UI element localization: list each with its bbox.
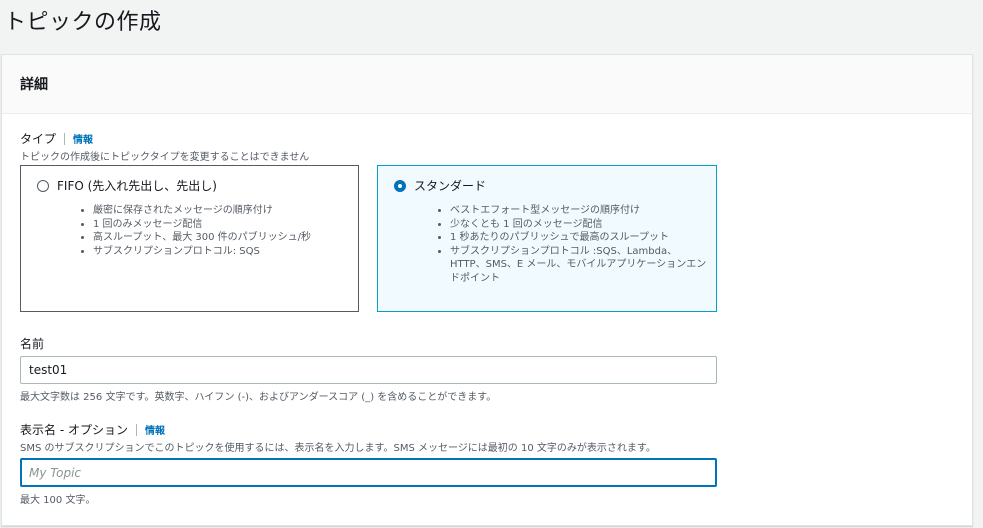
details-panel: 詳細 タイプ 情報 トピックの作成後にトピックタイプを変更することはできません … xyxy=(1,54,973,526)
list-item: 少なくとも 1 回のメッセージ配信 xyxy=(450,218,712,232)
type-info-link[interactable]: 情報 xyxy=(73,131,93,146)
list-item: 高スループット、最大 300 件のパブリッシュ/秒 xyxy=(93,231,311,245)
type-description: トピックの作成後にトピックタイプを変更することはできません xyxy=(20,152,310,163)
name-hint: 最大文字数は 256 文字です。英数字、ハイフン (-)、およびアンダースコア … xyxy=(20,392,497,403)
fifo-label: FIFO (先入れ先出し、先出し) xyxy=(57,179,217,193)
page-title: トピックの作成 xyxy=(4,10,162,35)
fifo-bullets: 厳密に保存されたメッセージの順序付け 1 回のみメッセージ配信 高スループット、… xyxy=(77,204,311,258)
display-name-label: 表示名 - オプション xyxy=(20,423,128,437)
list-item: ベストエフォート型メッセージの順序付け xyxy=(450,204,712,218)
standard-bullets: ベストエフォート型メッセージの順序付け 少なくとも 1 回のメッセージ配信 1 … xyxy=(434,204,712,285)
standard-header: スタンダード xyxy=(394,177,486,194)
divider xyxy=(135,423,137,436)
display-name-label-row: 表示名 - オプション 情報 xyxy=(20,421,165,438)
display-name-hint: 最大 100 文字。 xyxy=(20,495,96,506)
type-label: タイプ xyxy=(20,132,57,146)
details-header: 詳細 xyxy=(2,55,972,114)
fifo-header: FIFO (先入れ先出し、先出し) xyxy=(37,177,217,194)
divider xyxy=(64,132,66,145)
list-item: サブスクリプションプロトコル: SQS xyxy=(93,245,311,259)
standard-radio[interactable] xyxy=(394,179,406,192)
details-heading: 詳細 xyxy=(20,77,48,93)
type-option-standard[interactable]: スタンダード ベストエフォート型メッセージの順序付け 少なくとも 1 回のメッセ… xyxy=(377,165,717,312)
name-label: 名前 xyxy=(20,337,45,351)
standard-label: スタンダード xyxy=(414,179,487,193)
fifo-radio[interactable] xyxy=(37,179,49,192)
display-name-info-link[interactable]: 情報 xyxy=(145,422,165,437)
display-name-description: SMS のサブスクリプションでこのトピックを使用するには、表示名を入力します。S… xyxy=(20,443,656,454)
type-label-row: タイプ 情報 xyxy=(20,130,93,147)
list-item: 1 秒あたりのパブリッシュで最高のスループット xyxy=(450,231,712,245)
name-label-row: 名前 xyxy=(20,335,44,352)
list-item: 1 回のみメッセージ配信 xyxy=(93,218,311,232)
list-item: サブスクリプションプロトコル :SQS、Lambda、HTTP、SMS、E メー… xyxy=(450,245,712,286)
name-input[interactable] xyxy=(20,356,717,384)
list-item: 厳密に保存されたメッセージの順序付け xyxy=(93,204,311,218)
type-option-fifo[interactable]: FIFO (先入れ先出し、先出し) 厳密に保存されたメッセージの順序付け 1 回… xyxy=(20,165,359,312)
display-name-input[interactable] xyxy=(20,458,717,487)
